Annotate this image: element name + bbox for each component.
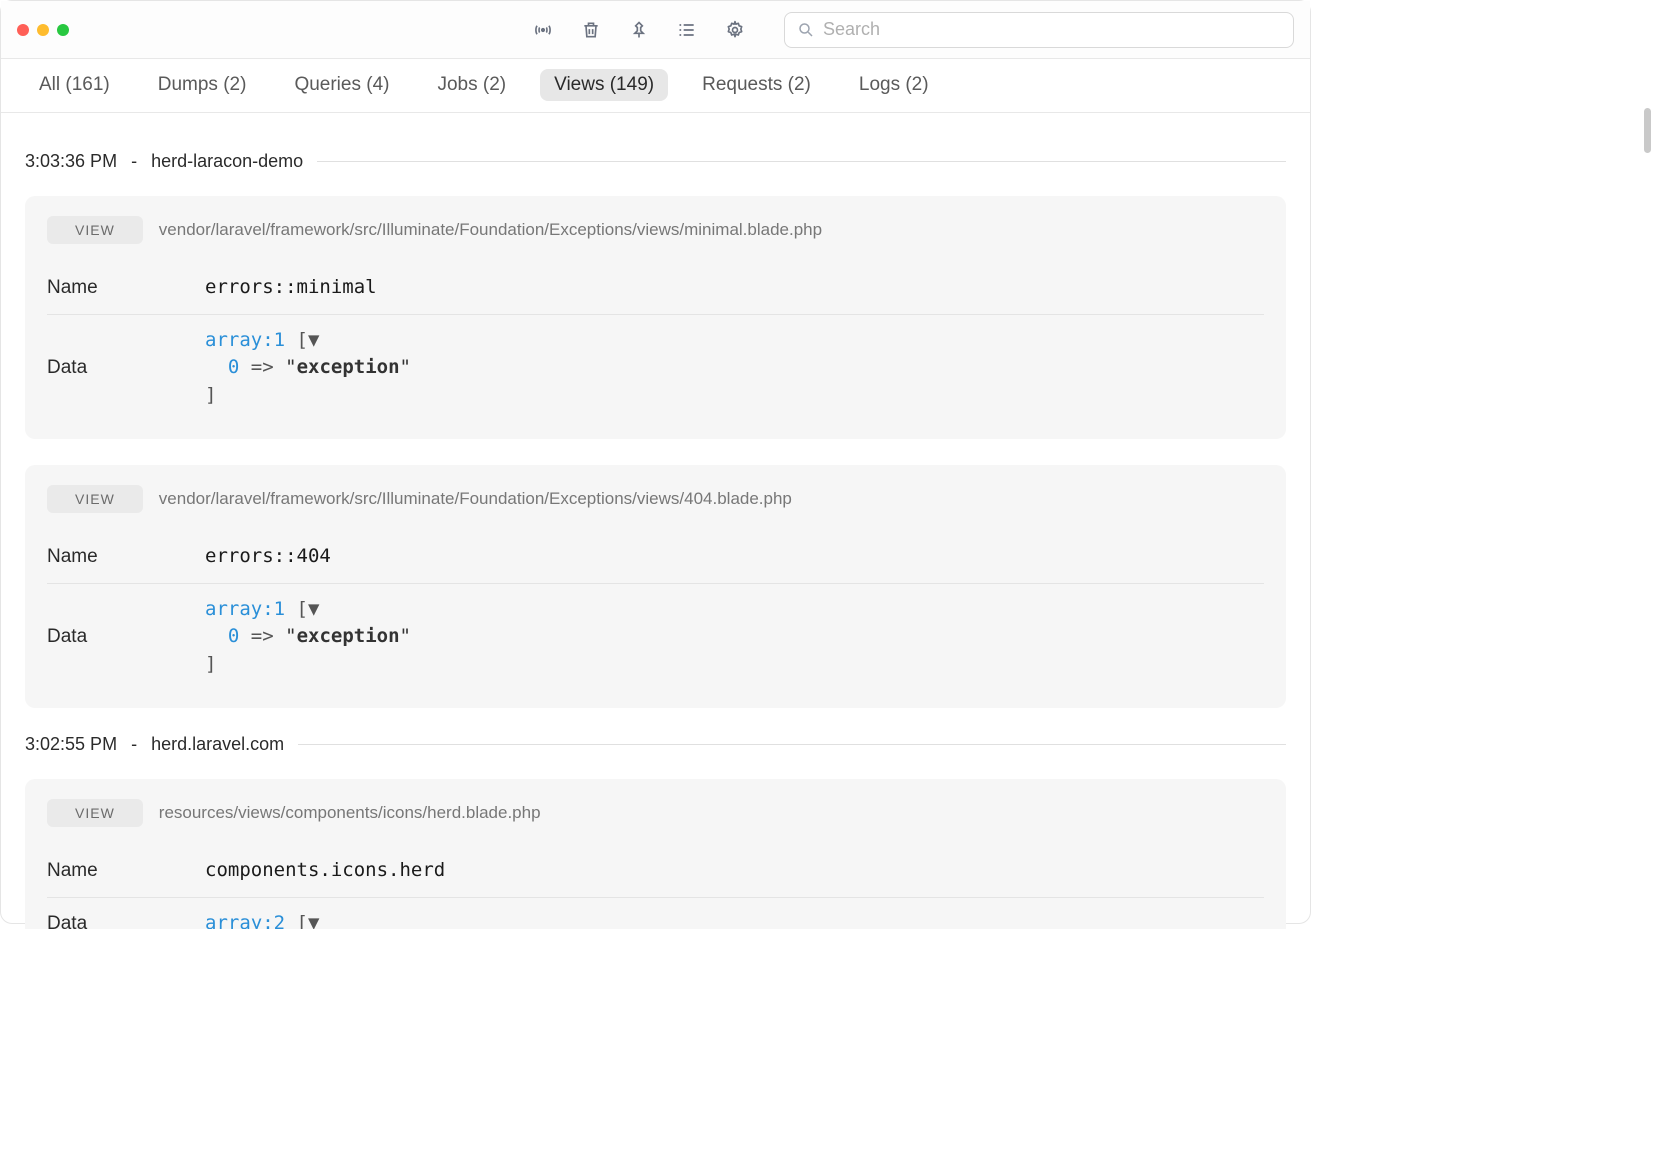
view-name: errors::404 [205,543,331,571]
file-path: vendor/laravel/framework/src/Illuminate/… [159,220,822,240]
content-area: 3:03:36 PM - herd-laracon-demo VIEW vend… [1,113,1310,929]
group-host: herd.laravel.com [151,734,284,755]
titlebar [1,1,1310,59]
row-label-data: Data [47,327,205,410]
trash-icon[interactable] [580,19,602,41]
group-time: 3:03:36 PM [25,151,117,172]
tab-views[interactable]: Views (149) [540,69,668,101]
group-sep: - [131,151,137,172]
group-header: 3:03:36 PM - herd-laracon-demo [25,151,1286,172]
view-card: VIEW vendor/laravel/framework/src/Illumi… [25,196,1286,439]
minimize-window-button[interactable] [37,24,49,36]
close-window-button[interactable] [17,24,29,36]
window-controls [17,24,69,36]
view-name: components.icons.herd [205,857,445,885]
tab-dumps[interactable]: Dumps (2) [144,69,261,101]
view-name: errors::minimal [205,274,377,302]
broadcast-icon[interactable] [532,19,554,41]
view-data-dump[interactable]: array:1 [▼ 0 => "exception" ] [205,596,411,679]
group-header: 3:02:55 PM - herd.laravel.com [25,734,1286,755]
row-label-data: Data [47,596,205,679]
scrollbar-thumb[interactable] [1644,108,1651,153]
maximize-window-button[interactable] [57,24,69,36]
tab-jobs[interactable]: Jobs (2) [423,69,520,101]
search-icon [797,21,815,39]
divider [298,744,1286,745]
gear-icon[interactable] [724,19,746,41]
list-icon[interactable] [676,19,698,41]
tab-requests[interactable]: Requests (2) [688,69,825,101]
view-badge: VIEW [47,799,143,827]
row-label-name: Name [47,543,205,571]
group-host: herd-laracon-demo [151,151,303,172]
filter-tabs: All (161) Dumps (2) Queries (4) Jobs (2)… [1,59,1310,113]
file-path: resources/views/components/icons/herd.bl… [159,803,541,823]
view-card: VIEW resources/views/components/icons/he… [25,779,1286,929]
file-path: vendor/laravel/framework/src/Illuminate/… [159,489,792,509]
view-data-dump[interactable]: array:1 [▼ 0 => "exception" ] [205,327,411,410]
group-time: 3:02:55 PM [25,734,117,755]
view-badge: VIEW [47,485,143,513]
row-label-name: Name [47,857,205,885]
toolbar [532,12,1294,48]
search-input[interactable] [823,19,1281,40]
tab-logs[interactable]: Logs (2) [845,69,943,101]
tab-queries[interactable]: Queries (4) [280,69,403,101]
view-data-dump[interactable]: array:2 [▼ [205,910,319,929]
row-label-name: Name [47,274,205,302]
view-badge: VIEW [47,216,143,244]
tab-all[interactable]: All (161) [25,69,124,101]
search-field[interactable] [784,12,1294,48]
row-label-data: Data [47,910,205,929]
view-card: VIEW vendor/laravel/framework/src/Illumi… [25,465,1286,708]
divider [317,161,1286,162]
pin-icon[interactable] [628,19,650,41]
group-sep: - [131,734,137,755]
